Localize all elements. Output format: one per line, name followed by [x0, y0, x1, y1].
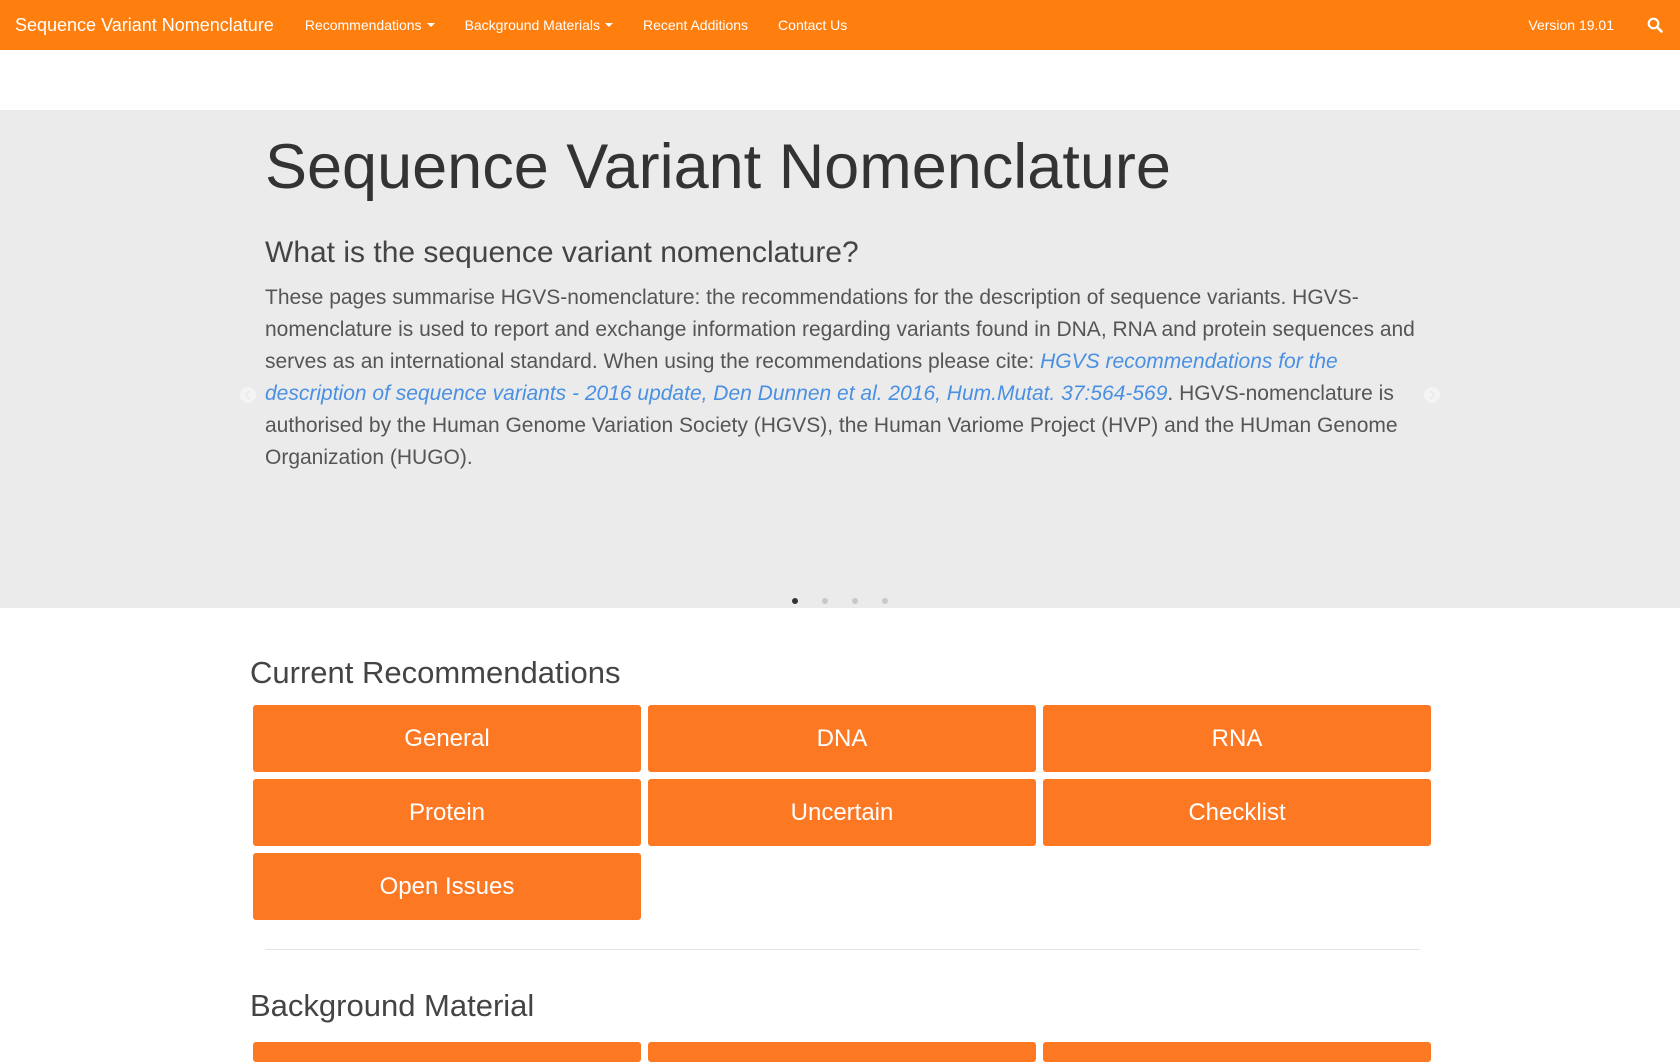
hero-subtitle: What is the sequence variant nomenclatur…	[265, 235, 859, 269]
caret-down-icon	[604, 23, 613, 27]
recommendations-grid: General DNA RNA Protein Uncertain Checkl…	[253, 705, 1431, 920]
uncertain-button[interactable]: Uncertain	[648, 779, 1036, 846]
brand-link[interactable]: Sequence Variant Nomenclature	[15, 15, 274, 36]
version-label[interactable]: Version 19.01	[1528, 17, 1614, 33]
chevron-left-icon[interactable]	[238, 385, 258, 405]
nav-recommendations[interactable]: Recommendations	[305, 17, 435, 33]
general-button[interactable]: General	[253, 705, 641, 772]
protein-button[interactable]: Protein	[253, 779, 641, 846]
carousel-indicator-2[interactable]	[822, 598, 828, 604]
dna-button[interactable]: DNA	[648, 705, 1036, 772]
background-button-1[interactable]	[253, 1042, 641, 1062]
hero-slide: Sequence Variant Nomenclature What is th…	[265, 130, 1415, 474]
chevron-right-icon[interactable]	[1422, 385, 1442, 405]
carousel-indicator-1[interactable]	[792, 598, 798, 604]
background-buttons-row	[253, 1042, 1431, 1062]
main-nav: Recommendations Background Materials Rec…	[305, 17, 877, 33]
nav-background-materials[interactable]: Background Materials	[465, 17, 613, 33]
checklist-button[interactable]: Checklist	[1043, 779, 1431, 846]
background-section: Background Material	[250, 988, 1430, 1024]
carousel-indicator-3[interactable]	[852, 598, 858, 604]
background-button-3[interactable]	[1043, 1042, 1431, 1062]
nav-recommendations-label: Recommendations	[304, 17, 422, 33]
hero-carousel: Sequence Variant Nomenclature What is th…	[0, 110, 1680, 608]
carousel-indicators	[0, 598, 1680, 604]
nav-recent-additions-label: Recent Additions	[642, 17, 749, 33]
caret-down-icon	[426, 23, 435, 27]
hero-text: These pages summarise HGVS-nomenclature:…	[265, 282, 1415, 474]
rna-button[interactable]: RNA	[1043, 705, 1431, 772]
navbar: Sequence Variant Nomenclature Recommenda…	[0, 0, 1680, 50]
nav-right: Version 19.01	[1528, 14, 1680, 36]
nav-contact-us-label: Contact Us	[778, 17, 848, 33]
section-divider	[265, 949, 1420, 950]
recommendations-section: Current Recommendations General DNA RNA …	[250, 655, 1431, 920]
nav-recent-additions[interactable]: Recent Additions	[643, 17, 748, 33]
carousel-indicator-4[interactable]	[882, 598, 888, 604]
search-icon[interactable]	[1644, 14, 1666, 36]
nav-background-materials-label: Background Materials	[464, 17, 600, 33]
open-issues-button[interactable]: Open Issues	[253, 853, 641, 920]
background-button-2[interactable]	[648, 1042, 1036, 1062]
nav-contact-us[interactable]: Contact Us	[778, 17, 847, 33]
recommendations-title: Current Recommendations	[250, 655, 621, 690]
hero-title: Sequence Variant Nomenclature	[265, 132, 1171, 202]
background-title: Background Material	[250, 988, 535, 1023]
